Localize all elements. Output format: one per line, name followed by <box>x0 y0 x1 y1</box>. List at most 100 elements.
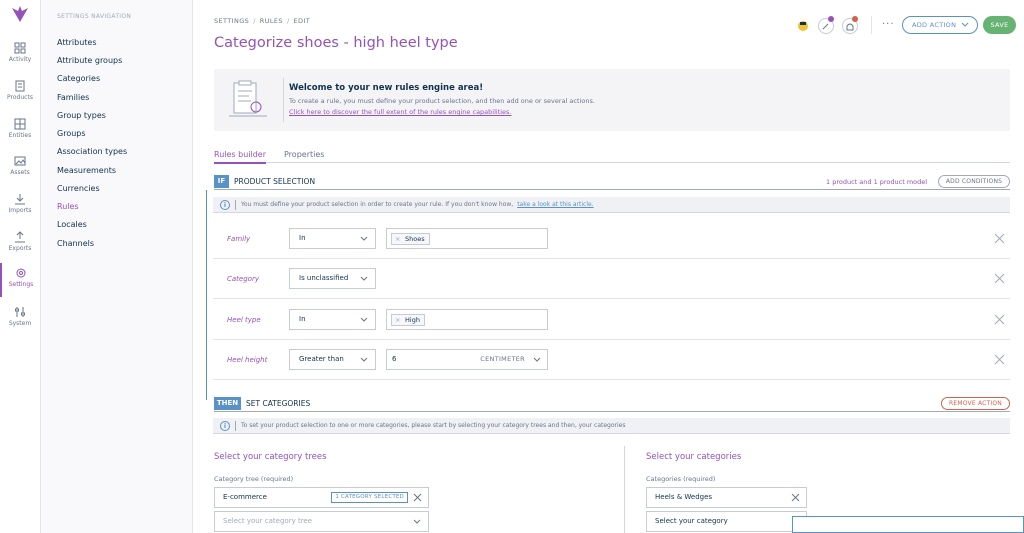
nav-label: Activity <box>8 56 32 63</box>
nav-label: Settings <box>8 281 34 288</box>
info-icon: i <box>220 200 230 210</box>
save-button[interactable]: SAVE <box>983 16 1016 34</box>
nav-item-entities[interactable]: Entities <box>0 114 40 148</box>
notifications-button[interactable] <box>842 16 858 34</box>
add-action-button[interactable]: ADD ACTION <box>902 16 978 34</box>
welcome-banner: Welcome to your new rules engine area! T… <box>214 69 1010 131</box>
remove-condition-icon[interactable] <box>994 233 1005 244</box>
breadcrumb: SETTINGS / RULES / EDIT <box>214 17 310 25</box>
welcome-title: Welcome to your new rules engine area! <box>289 83 484 93</box>
product-selection-title: PRODUCT SELECTION <box>234 177 316 186</box>
close-icon[interactable] <box>413 493 422 502</box>
welcome-divider <box>283 78 284 122</box>
remove-chip-icon[interactable]: × <box>395 315 400 325</box>
tab-properties[interactable]: Properties <box>284 150 324 162</box>
link-icon <box>822 23 829 30</box>
category-tree-field[interactable]: E-commerce 1 CATEGORY SELECTED <box>214 487 429 508</box>
settings-item-measurements[interactable]: Measurements <box>57 166 116 175</box>
akeneo-logo-icon[interactable] <box>9 5 31 23</box>
close-icon[interactable] <box>791 493 800 502</box>
notification-dot <box>828 16 834 22</box>
if-badge: IF <box>214 175 229 188</box>
condition-operator-select[interactable]: Is unclassified <box>289 268 376 289</box>
welcome-text: To create a rule, you must define your p… <box>289 97 595 105</box>
category-field[interactable]: Heels & Wedges <box>646 487 807 508</box>
floating-panel[interactable] <box>792 516 1024 533</box>
categories-label: Categories (required) <box>646 475 716 483</box>
condition-field-label: Family <box>227 235 251 243</box>
breadcrumb-separator: / <box>253 17 256 25</box>
assets-icon <box>14 156 26 166</box>
tab-rules-builder[interactable]: Rules builder <box>214 150 267 164</box>
condition-operator-select[interactable]: Greater than <box>289 349 376 370</box>
condition-value-field[interactable]: 6 CENTIMETER <box>386 349 548 370</box>
nav-label: Exports <box>8 245 32 252</box>
condition-field-label: Heel type <box>227 316 261 324</box>
breadcrumb-rules[interactable]: RULES <box>260 17 283 25</box>
settings-item-groups[interactable]: Groups <box>57 129 86 138</box>
nav-item-products[interactable]: Products <box>0 76 40 110</box>
app-root: Activity Products Entities Assets Import… <box>0 0 1024 533</box>
chip-label: High <box>405 316 420 324</box>
nav-item-imports[interactable]: Imports <box>0 189 40 223</box>
imports-icon <box>15 194 25 205</box>
condition-operator-select[interactable]: In <box>289 228 376 249</box>
nav-item-activity[interactable]: Activity <box>0 38 40 72</box>
settings-item-categories[interactable]: Categories <box>57 74 100 83</box>
chevron-down-icon <box>360 317 368 322</box>
settings-item-families[interactable]: Families <box>57 93 89 102</box>
settings-item-attributes[interactable]: Attributes <box>57 38 97 47</box>
info-article-link[interactable]: take a look at this article. <box>517 201 593 208</box>
value-chip: × Shoes <box>391 233 430 245</box>
settings-navigation: SETTINGS NAVIGATION Attributes Attribute… <box>41 0 193 533</box>
nav-label: Products <box>7 94 33 101</box>
chip-label: Shoes <box>405 235 425 243</box>
product-selection-header: IF PRODUCT SELECTION 1 product and 1 pro… <box>214 174 1010 190</box>
condition-value-field[interactable]: × Shoes <box>386 228 548 249</box>
nav-item-assets[interactable]: Assets <box>0 151 40 185</box>
selection-count: 1 product and 1 product model <box>826 178 928 186</box>
shared-catalog-button[interactable] <box>818 16 834 34</box>
category-select[interactable]: Select your category <box>646 511 807 532</box>
remove-condition-icon[interactable] <box>994 354 1005 365</box>
remove-action-button[interactable]: REMOVE ACTION <box>941 397 1010 410</box>
remove-condition-icon[interactable] <box>994 314 1005 325</box>
settings-item-channels[interactable]: Channels <box>57 239 94 248</box>
category-tree-select[interactable]: Select your category tree <box>214 511 429 532</box>
remove-chip-icon[interactable]: × <box>395 234 400 244</box>
nav-label: Imports <box>8 207 32 214</box>
condition-operator-select[interactable]: In <box>289 309 376 330</box>
remove-condition-icon[interactable] <box>994 273 1005 284</box>
number-value: 6 <box>392 355 397 363</box>
condition-value-field[interactable]: × High <box>386 309 548 330</box>
user-avatar[interactable] <box>795 18 811 34</box>
category-tree-label: Category tree (required) <box>214 475 294 483</box>
settings-item-rules[interactable]: Rules <box>57 202 79 211</box>
unit-select[interactable]: CENTIMETER <box>480 350 525 369</box>
welcome-link[interactable]: Click here to discover the full extent o… <box>289 108 512 116</box>
column-divider <box>624 446 625 533</box>
settings-item-attribute-groups[interactable]: Attribute groups <box>57 56 122 65</box>
chevron-down-icon <box>533 357 541 362</box>
condition-row-heel-height: Heel height Greater than 6 CENTIMETER <box>213 340 1010 380</box>
breadcrumb-settings[interactable]: SETTINGS <box>214 17 249 25</box>
breadcrumb-separator: / <box>286 17 290 25</box>
settings-item-locales[interactable]: Locales <box>57 220 87 229</box>
settings-item-group-types[interactable]: Group types <box>57 111 106 120</box>
category-placeholder: Select your category <box>655 517 728 525</box>
nav-item-exports[interactable]: Exports <box>0 227 40 261</box>
settings-item-association-types[interactable]: Association types <box>57 147 127 156</box>
product-selection-info: i You must define your product selection… <box>213 197 1010 213</box>
chevron-down-icon <box>961 22 969 27</box>
settings-item-currencies[interactable]: Currencies <box>57 184 100 193</box>
value-chip: × High <box>391 314 425 326</box>
nav-item-system[interactable]: System <box>0 302 40 336</box>
chevron-down-icon <box>413 519 421 524</box>
more-actions-button[interactable]: ··· <box>882 19 895 30</box>
category-selected-badge: 1 CATEGORY SELECTED <box>331 492 408 503</box>
set-categories-info-text: To set your product selection to one or … <box>241 422 626 429</box>
then-badge: THEN <box>214 397 241 410</box>
add-conditions-button[interactable]: ADD CONDITIONS <box>938 175 1010 188</box>
alert-dot <box>852 16 858 22</box>
nav-item-settings[interactable]: Settings <box>0 263 40 297</box>
